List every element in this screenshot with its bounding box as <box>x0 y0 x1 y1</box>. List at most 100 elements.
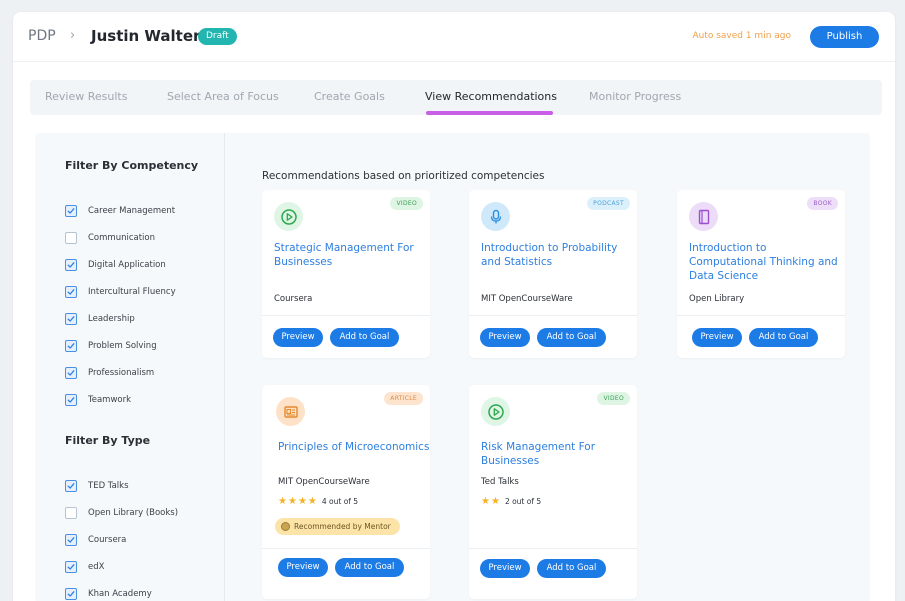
mentor-badge-label: Recommended by Mentor <box>294 522 391 531</box>
checkbox-unchecked[interactable] <box>65 232 77 244</box>
tab-create-goals[interactable]: Create Goals <box>314 90 385 103</box>
checkbox-checked[interactable] <box>65 394 77 406</box>
play-icon <box>274 202 303 231</box>
checkbox-checked[interactable] <box>65 286 77 298</box>
competency-filter-label: Leadership <box>88 314 135 324</box>
header: PDP › Justin Walters Draft Auto saved 1 … <box>13 12 895 62</box>
tab-monitor-progress[interactable]: Monitor Progress <box>589 90 681 103</box>
competency-filter-label: Intercultural Fluency <box>88 287 176 297</box>
type-badge: BOOK <box>807 197 838 210</box>
checkbox-checked[interactable] <box>65 205 77 217</box>
card-provider: MIT OpenCourseWare <box>278 477 370 487</box>
autosave-status: Auto saved 1 min ago <box>692 31 791 41</box>
checkbox-checked[interactable] <box>65 259 77 271</box>
competency-filter-item[interactable]: Communication <box>65 231 155 245</box>
tab-select-area-of-focus[interactable]: Select Area of Focus <box>167 90 279 103</box>
checkbox-unchecked[interactable] <box>65 507 77 519</box>
type-filter-label: Khan Academy <box>88 589 152 599</box>
type-badge: VIDEO <box>597 392 630 405</box>
type-filter-item[interactable]: TED Talks <box>65 479 129 493</box>
article-icon <box>276 397 305 426</box>
competency-filter-item[interactable]: Career Management <box>65 204 175 218</box>
rating-text: 2 out of 5 <box>504 497 542 506</box>
checkbox-checked[interactable] <box>65 340 77 352</box>
recommendation-card: VIDEO Strategic Management For Businesse… <box>262 190 430 358</box>
card-title[interactable]: Principles of Microeconomics <box>278 440 433 454</box>
type-badge: ARTICLE <box>384 392 423 405</box>
preview-button[interactable]: Preview <box>480 559 530 578</box>
type-filter-label: Open Library (Books) <box>88 508 179 518</box>
recommendations-heading: Recommendations based on prioritized com… <box>262 170 545 182</box>
star-icon: ★ <box>278 496 287 507</box>
type-filter-item[interactable]: Coursera <box>65 533 126 547</box>
card-provider: Open Library <box>689 294 745 304</box>
add-to-goal-button[interactable]: Add to Goal <box>749 328 818 347</box>
type-filter-label: TED Talks <box>88 481 129 491</box>
type-filter-label: edX <box>88 562 105 572</box>
card-divider <box>469 548 637 549</box>
card-divider <box>262 548 430 549</box>
type-badge: PODCAST <box>587 197 630 210</box>
card-divider <box>677 315 845 316</box>
preview-button[interactable]: Preview <box>273 328 323 347</box>
competency-filter-item[interactable]: Teamwork <box>65 393 131 407</box>
preview-button[interactable]: Preview <box>692 328 742 347</box>
breadcrumb-root[interactable]: PDP <box>28 28 56 44</box>
type-filter-item[interactable]: edX <box>65 560 104 574</box>
recommendation-card: VIDEO Risk Management For Businesses Ted… <box>469 385 637 599</box>
add-to-goal-button[interactable]: Add to Goal <box>537 328 606 347</box>
competency-filter-item[interactable]: Digital Application <box>65 258 166 272</box>
step-tabs: Review Results Select Area of Focus Crea… <box>30 80 882 115</box>
checkbox-checked[interactable] <box>65 480 77 492</box>
card-title[interactable]: Introduction to Computational Thinking a… <box>689 241 844 283</box>
content-panel: Filter By Competency Career Management Co… <box>35 133 870 601</box>
recommendation-card: PODCAST Introduction to Probability and … <box>469 190 637 358</box>
competency-filter-item[interactable]: Intercultural Fluency <box>65 285 176 299</box>
rating: ★ ★ 2 out of 5 <box>481 496 541 507</box>
type-badge: VIDEO <box>390 197 423 210</box>
checkbox-checked[interactable] <box>65 588 77 600</box>
checkbox-checked[interactable] <box>65 561 77 573</box>
add-to-goal-button[interactable]: Add to Goal <box>335 558 404 577</box>
type-filter-item[interactable]: Open Library (Books) <box>65 506 178 520</box>
competency-filter-item[interactable]: Problem Solving <box>65 339 157 353</box>
recommendation-card: ARTICLE Principles of Microeconomics MIT… <box>262 385 430 599</box>
checkbox-checked[interactable] <box>65 313 77 325</box>
competency-filter-label: Professionalism <box>88 368 155 378</box>
page-title: Justin Walters <box>91 27 210 45</box>
publish-button[interactable]: Publish <box>810 26 879 48</box>
card-divider <box>262 315 430 316</box>
competency-filter-label: Communication <box>88 233 155 243</box>
competency-filter-label: Career Management <box>88 206 176 216</box>
mentor-medal-icon <box>281 522 290 531</box>
checkbox-checked[interactable] <box>65 367 77 379</box>
card-title[interactable]: Risk Management For Businesses <box>481 440 636 468</box>
card-provider: MIT OpenCourseWare <box>481 294 573 304</box>
star-icon: ★ <box>307 496 317 507</box>
add-to-goal-button[interactable]: Add to Goal <box>330 328 399 347</box>
rating: ★ ★ ★ ★ 4 out of 5 <box>278 496 358 507</box>
card-title[interactable]: Strategic Management For Businesses <box>274 241 429 269</box>
active-tab-indicator <box>426 111 553 115</box>
card-title[interactable]: Introduction to Probability and Statisti… <box>481 241 636 269</box>
microphone-icon <box>481 202 510 231</box>
type-filter-item[interactable]: Khan Academy <box>65 587 152 601</box>
preview-button[interactable]: Preview <box>480 328 530 347</box>
rating-text: 4 out of 5 <box>321 497 359 506</box>
competency-filter-label: Teamwork <box>88 395 132 405</box>
competency-filter-item[interactable]: Leadership <box>65 312 135 326</box>
competency-filter-title: Filter By Competency <box>65 159 199 172</box>
competency-filter-item[interactable]: Professionalism <box>65 366 154 380</box>
type-filter-title: Filter By Type <box>65 434 151 447</box>
play-icon <box>481 397 510 426</box>
checkbox-checked[interactable] <box>65 534 77 546</box>
add-to-goal-button[interactable]: Add to Goal <box>537 559 606 578</box>
book-icon <box>689 202 718 231</box>
preview-button[interactable]: Preview <box>278 558 328 577</box>
card-provider: Coursera <box>274 294 313 304</box>
competency-filter-label: Digital Application <box>88 260 166 270</box>
tab-view-recommendations[interactable]: View Recommendations <box>425 90 557 103</box>
mentor-badge: Recommended by Mentor <box>275 518 400 535</box>
tab-review-results[interactable]: Review Results <box>45 90 127 103</box>
star-icon: ★ <box>287 496 297 507</box>
